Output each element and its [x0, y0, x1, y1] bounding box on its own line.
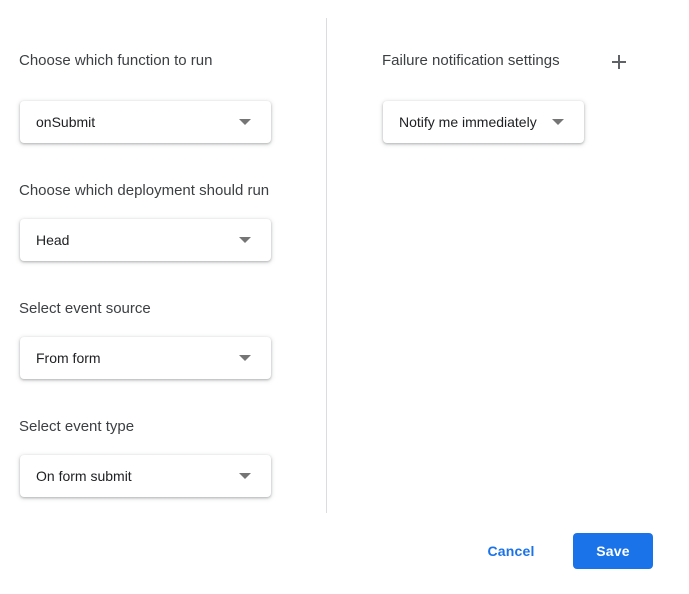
failure-notification-label: Failure notification settings [382, 52, 560, 69]
event-source-select-value: From form [36, 350, 101, 366]
column-divider [326, 18, 327, 513]
deployment-select-value: Head [36, 232, 70, 248]
event-source-label: Select event source [19, 300, 151, 317]
function-select-value: onSubmit [36, 114, 96, 130]
plus-icon[interactable] [609, 52, 629, 72]
event-type-select-value: On form submit [36, 468, 132, 484]
deployment-select[interactable]: Head [20, 219, 271, 261]
function-label: Choose which function to run [19, 52, 213, 69]
dropdown-arrow-icon [239, 473, 251, 479]
event-type-label: Select event type [19, 418, 135, 435]
failure-notification-select[interactable]: Notify me immediately [383, 101, 584, 143]
deployment-label: Choose which deployment should run [19, 182, 270, 199]
dropdown-arrow-icon [239, 237, 251, 243]
failure-notification-select-value: Notify me immediately [399, 114, 537, 130]
save-button[interactable]: Save [573, 533, 653, 569]
cancel-button[interactable]: Cancel [476, 533, 546, 569]
function-select[interactable]: onSubmit [20, 101, 271, 143]
dropdown-arrow-icon [239, 119, 251, 125]
dropdown-arrow-icon [552, 119, 564, 125]
event-source-select[interactable]: From form [20, 337, 271, 379]
dropdown-arrow-icon [239, 355, 251, 361]
event-type-select[interactable]: On form submit [20, 455, 271, 497]
